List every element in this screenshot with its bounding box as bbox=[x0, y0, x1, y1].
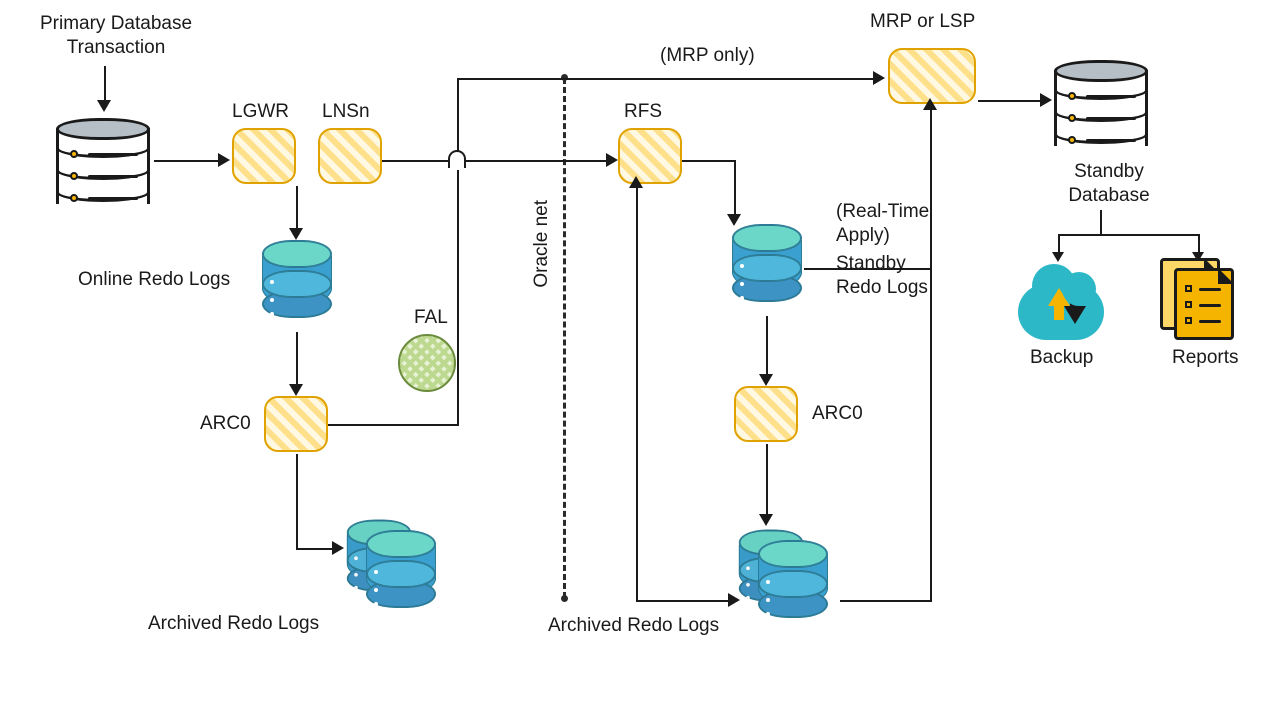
mrp-lsp-box bbox=[888, 48, 976, 104]
arc0-left-label: ARC0 bbox=[200, 412, 251, 436]
online-redo-logs-icon bbox=[262, 240, 332, 330]
arc0-right-box bbox=[734, 386, 798, 442]
standby-db-title: Standby Database bbox=[1054, 160, 1164, 208]
reports-label: Reports bbox=[1172, 346, 1239, 370]
arc0-right-label: ARC0 bbox=[812, 402, 863, 426]
archived-redo-left-icon bbox=[344, 516, 444, 616]
realtime-apply-annotation: (Real-Time Apply) bbox=[836, 200, 929, 248]
arc0-left-box bbox=[264, 396, 328, 452]
fal-node bbox=[398, 334, 456, 392]
standby-database-icon bbox=[1054, 60, 1148, 156]
rfs-label: RFS bbox=[624, 100, 662, 124]
fal-label: FAL bbox=[414, 306, 448, 330]
mrp-only-annotation: (MRP only) bbox=[660, 44, 755, 68]
backup-label: Backup bbox=[1030, 346, 1093, 370]
lnsn-box bbox=[318, 128, 382, 184]
archived-redo-right-label: Archived Redo Logs bbox=[548, 614, 719, 638]
primary-db-title: Primary Database Transaction bbox=[6, 12, 226, 60]
backup-icon bbox=[1018, 284, 1104, 340]
reports-icon bbox=[1160, 258, 1240, 344]
lgwr-box bbox=[232, 128, 296, 184]
archived-redo-right-icon bbox=[736, 526, 836, 626]
mrp-lsp-label: MRP or LSP bbox=[870, 10, 975, 34]
archived-redo-left-label: Archived Redo Logs bbox=[148, 612, 319, 636]
lnsn-label: LNSn bbox=[322, 100, 370, 124]
lgwr-label: LGWR bbox=[232, 100, 289, 124]
primary-database-icon bbox=[56, 118, 150, 214]
diagram-canvas: Primary Database Transaction MRP or LSP … bbox=[0, 0, 1280, 720]
standby-redo-logs-label: Standby Redo Logs bbox=[836, 252, 928, 300]
standby-redo-logs-icon bbox=[732, 224, 802, 314]
rfs-box bbox=[618, 128, 682, 184]
network-divider bbox=[563, 78, 566, 598]
online-redo-logs-label: Online Redo Logs bbox=[78, 268, 230, 292]
oracle-net-label: Oracle net bbox=[530, 200, 554, 288]
